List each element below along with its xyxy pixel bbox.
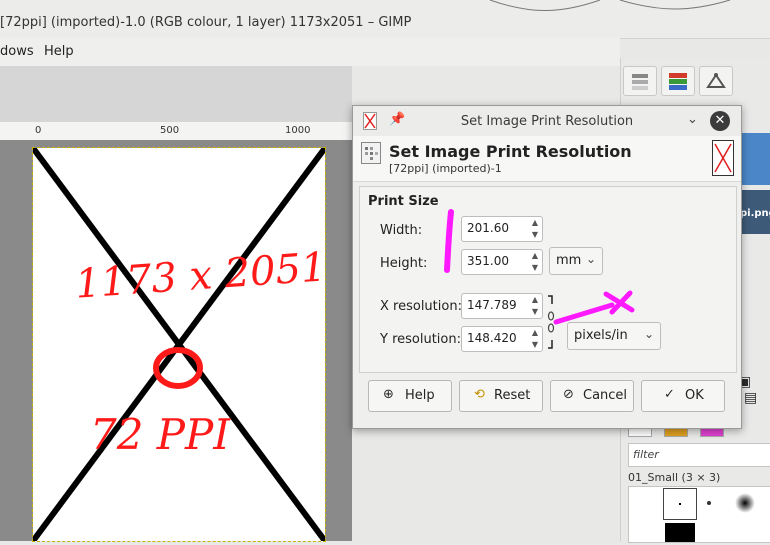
xres-input[interactable]: 147.789 ▲ ▼	[461, 293, 543, 319]
filter-placeholder: filter	[633, 448, 659, 461]
width-value: 201.60	[467, 221, 509, 235]
height-stepper[interactable]: ▲ ▼	[528, 250, 542, 274]
height-input[interactable]: 351.00 ▲ ▼	[461, 249, 543, 275]
size-unit-select[interactable]: mm ⌄	[549, 247, 603, 275]
window-title: [72ppi] (imported)-1.0 (RGB colour, 1 la…	[0, 15, 412, 30]
chain-link-icon[interactable]	[546, 294, 556, 350]
dialog-heading: Set Image Print Resolution	[389, 142, 632, 161]
cancel-button[interactable]: ⊘ Cancel	[550, 380, 634, 412]
titlebar-decoration	[489, 0, 731, 11]
res-unit-select[interactable]: pixels/in ⌄	[567, 322, 661, 350]
brush-filter-input[interactable]: filter	[628, 443, 770, 467]
yres-label: Y resolution:	[380, 332, 461, 347]
handwritten-ppi: 72 PPI	[90, 410, 230, 459]
handwritten-circle-icon	[153, 347, 203, 389]
paths-tab-icon[interactable]	[699, 66, 733, 96]
chevron-down-icon[interactable]: ⌄	[687, 112, 698, 127]
cancel-icon: ⊘	[563, 387, 574, 402]
yres-stepper[interactable]: ▲ ▼	[528, 327, 542, 351]
menu-windows[interactable]: dows	[0, 44, 34, 59]
height-value: 351.00	[467, 254, 509, 268]
brush-set-label: 01_Small (3 × 3)	[628, 471, 721, 484]
width-input[interactable]: 201.60 ▲ ▼	[461, 216, 543, 242]
brush-block[interactable]	[665, 523, 695, 542]
print-resolution-dialog: 📌 Set Image Print Resolution ⌄ ✕ Set Ima…	[352, 105, 742, 429]
xres-label: X resolution:	[380, 299, 462, 314]
brush-small[interactable]	[707, 501, 711, 505]
layers-tab-icon[interactable]	[661, 66, 695, 96]
chevron-down-icon: ⌄	[643, 327, 654, 341]
reset-icon: ⟲	[474, 387, 485, 402]
brush-selected[interactable]	[663, 488, 697, 520]
height-label: Height:	[380, 256, 428, 271]
yres-value: 148.420	[467, 331, 517, 345]
help-button-label: Help	[405, 388, 435, 403]
close-icon[interactable]: ✕	[710, 111, 730, 131]
dialog-window-title: Set Image Print Resolution	[460, 114, 634, 129]
ruler-label-1000: 1000	[285, 125, 311, 136]
ruler-label-0: 0	[35, 125, 42, 136]
print-size-title: Print Size	[368, 194, 439, 209]
print-size-icon	[361, 142, 381, 164]
chevron-down-icon: ⌄	[585, 252, 596, 266]
dialog-subheading: [72ppi] (imported)-1	[389, 162, 502, 175]
layer-name: pi.png	[740, 208, 770, 219]
cancel-button-label: Cancel	[583, 388, 628, 403]
brush-grid[interactable]	[628, 486, 770, 543]
size-unit-value: mm	[556, 253, 582, 268]
window-titlebar: [72ppi] (imported)-1.0 (RGB colour, 1 la…	[0, 0, 770, 39]
layer-thumbnail[interactable]	[740, 133, 770, 185]
xres-stepper[interactable]: ▲ ▼	[528, 294, 542, 318]
help-button[interactable]: ⊕ Help	[368, 380, 452, 412]
help-icon: ⊕	[383, 387, 394, 402]
tool-options-tab-icon[interactable]	[623, 66, 657, 96]
dialog-titlebar[interactable]: 📌 Set Image Print Resolution ⌄ ✕	[353, 106, 741, 137]
reset-button[interactable]: ⟲ Reset	[459, 380, 543, 412]
width-stepper[interactable]: ▲ ▼	[528, 217, 542, 241]
yres-input[interactable]: 148.420 ▲ ▼	[461, 326, 543, 352]
reset-button-label: Reset	[494, 388, 531, 403]
width-label: Width:	[380, 223, 423, 238]
dock-buttons-row: ▣ ▤	[738, 374, 768, 406]
check-icon: ✓	[664, 387, 675, 402]
menu-bar	[0, 38, 620, 66]
ruler-label-500: 500	[160, 125, 180, 136]
res-unit-value: pixels/in	[574, 328, 628, 343]
layer-name-row[interactable]: pi.png	[740, 190, 770, 234]
ok-button-label: OK	[685, 388, 704, 403]
menu-help[interactable]: Help	[44, 44, 74, 59]
image-thumbnail-icon	[712, 140, 734, 176]
brush-fuzzy[interactable]	[735, 493, 755, 513]
xres-value: 147.789	[467, 298, 517, 312]
ok-button[interactable]: ✓ OK	[641, 380, 725, 412]
dock-button-icon-2[interactable]: ▤	[744, 390, 757, 406]
